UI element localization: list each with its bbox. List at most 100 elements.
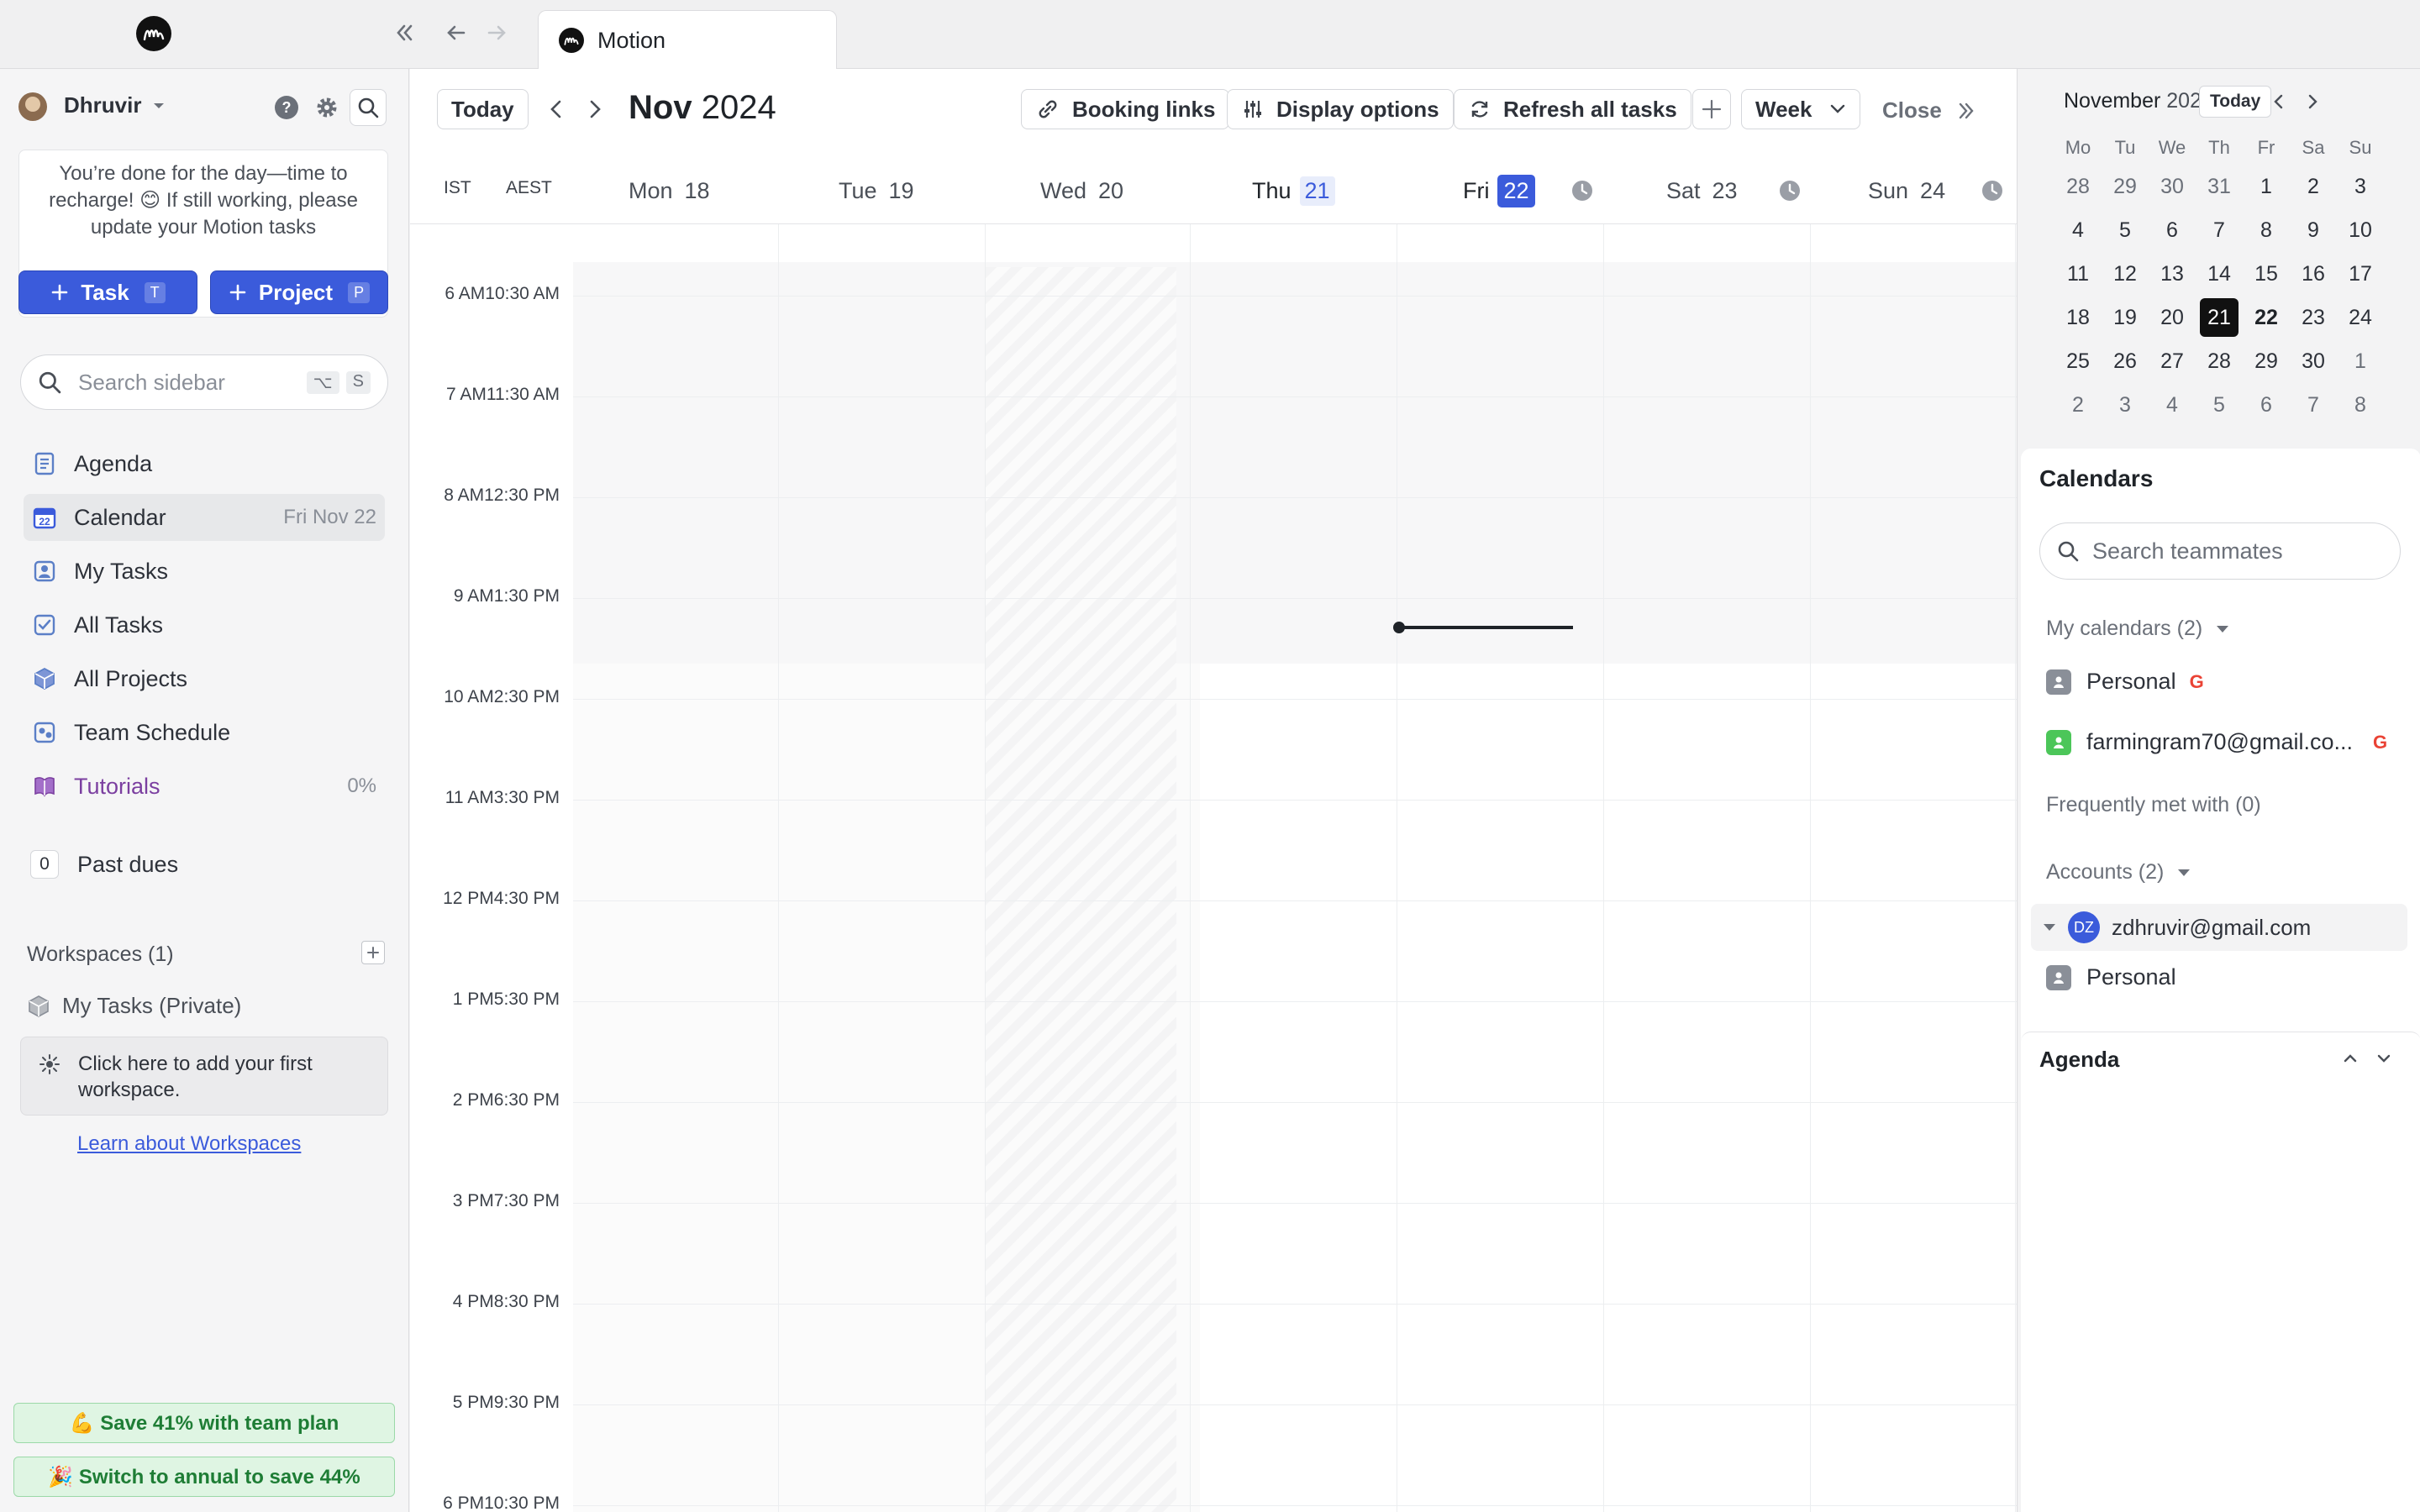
mini-next-month-icon[interactable]	[2303, 92, 2322, 111]
add-task-button[interactable]: Task T	[18, 270, 197, 314]
sidebar-item-my-tasks[interactable]: My Tasks	[24, 548, 385, 595]
team-plan-promo-button[interactable]: 💪 Save 41% with team plan	[13, 1403, 395, 1443]
past-dues[interactable]: 0 Past dues	[30, 850, 178, 879]
mini-day[interactable]: 15	[2243, 252, 2290, 296]
mini-day[interactable]: 8	[2243, 208, 2290, 252]
mini-day[interactable]: 16	[2290, 252, 2337, 296]
refresh-all-tasks-button[interactable]: Refresh all tasks	[1454, 89, 1691, 129]
user-menu[interactable]: Dhruvir	[64, 92, 165, 118]
mini-day[interactable]: 7	[2290, 383, 2337, 427]
mini-day[interactable]: 31	[2196, 165, 2243, 208]
collapse-sidebar-icon[interactable]	[392, 20, 417, 45]
mini-day[interactable]: 10	[2337, 208, 2384, 252]
sidebar-item-agenda[interactable]: Agenda	[24, 440, 385, 487]
add-event-button[interactable]	[1692, 89, 1731, 129]
mini-day[interactable]: 29	[2102, 165, 2149, 208]
search-teammates-input[interactable]: Search teammates	[2039, 522, 2401, 580]
back-arrow-icon[interactable]	[444, 20, 469, 45]
day-header-sun[interactable]: Sun 24	[1868, 170, 2004, 212]
mini-day[interactable]: 2	[2290, 165, 2337, 208]
mini-day[interactable]: 4	[2054, 208, 2102, 252]
sidebar-item-all-projects[interactable]: All Projects	[24, 655, 385, 702]
day-header-tue[interactable]: Tue 19	[839, 170, 914, 212]
settings-gear-icon[interactable]	[314, 95, 339, 120]
add-first-workspace-card[interactable]: Click here to add your first workspace.	[20, 1037, 388, 1116]
mini-day[interactable]: 29	[2243, 339, 2290, 383]
mini-day[interactable]: 18	[2054, 296, 2102, 339]
search-sidebar-input[interactable]: Search sidebar ⌥ S	[20, 354, 388, 410]
mini-day[interactable]: 30	[2290, 339, 2337, 383]
mini-day[interactable]: 1	[2243, 165, 2290, 208]
mini-day[interactable]: 6	[2149, 208, 2196, 252]
day-header-wed[interactable]: Wed 20	[1040, 170, 1123, 212]
mini-day[interactable]: 11	[2054, 252, 2102, 296]
mini-day[interactable]: 9	[2290, 208, 2337, 252]
sidebar-item-all-tasks[interactable]: All Tasks	[24, 601, 385, 648]
tab-motion[interactable]: Motion	[538, 10, 837, 70]
mini-day[interactable]: 8	[2337, 383, 2384, 427]
mini-day[interactable]: 7	[2196, 208, 2243, 252]
help-icon[interactable]: ?	[274, 95, 299, 120]
add-workspace-button[interactable]	[361, 941, 385, 964]
account-calendar-personal[interactable]: Personal	[2046, 964, 2176, 990]
avatar[interactable]	[18, 92, 47, 121]
mini-day[interactable]: 5	[2102, 208, 2149, 252]
mini-day[interactable]: 2	[2054, 383, 2102, 427]
mini-day[interactable]: 5	[2196, 383, 2243, 427]
display-options-button[interactable]: Display options	[1227, 89, 1454, 129]
mini-day[interactable]: 26	[2102, 339, 2149, 383]
mini-today-button[interactable]: Today	[2199, 86, 2272, 118]
motion-logo-icon[interactable]	[136, 16, 171, 51]
tutorials-progress: 0%	[347, 774, 376, 797]
day-header-fri[interactable]: Fri 22	[1463, 170, 1594, 212]
mini-day[interactable]: 28	[2054, 165, 2102, 208]
my-calendars-toggle[interactable]: My calendars (2)	[2046, 617, 2229, 641]
mini-day[interactable]: 6	[2243, 383, 2290, 427]
mini-day[interactable]: 1	[2337, 339, 2384, 383]
sidebar-item-calendar[interactable]: 22 Calendar Fri Nov 22	[24, 494, 385, 541]
annual-plan-promo-button[interactable]: 🎉 Switch to annual to save 44%	[13, 1457, 395, 1497]
agenda-expand-down-icon[interactable]	[2374, 1048, 2394, 1068]
day-header-mon[interactable]: Mon 18	[629, 170, 710, 212]
sidebar-search-button[interactable]	[350, 89, 387, 126]
booking-links-button[interactable]: Booking links	[1021, 89, 1230, 129]
mini-day[interactable]: 4	[2149, 383, 2196, 427]
mini-prev-month-icon[interactable]	[2270, 92, 2288, 111]
mini-day[interactable]: 24	[2337, 296, 2384, 339]
mini-day[interactable]: 22	[2243, 296, 2290, 339]
mini-day[interactable]: 3	[2337, 165, 2384, 208]
prev-week-chevron-left-icon[interactable]	[544, 97, 568, 121]
sidebar-item-team-schedule[interactable]: Team Schedule	[24, 709, 385, 756]
learn-workspaces-link[interactable]: Learn about Workspaces	[77, 1132, 301, 1156]
day-header-thu[interactable]: Thu 21	[1252, 170, 1335, 212]
workspace-item-my-tasks[interactable]: My Tasks (Private)	[27, 993, 241, 1019]
sidebar-item-tutorials[interactable]: Tutorials 0%	[24, 763, 385, 810]
day-header-sat[interactable]: Sat 23	[1666, 170, 1802, 212]
next-week-chevron-right-icon[interactable]	[583, 97, 607, 121]
frequently-met-label[interactable]: Frequently met with (0)	[2046, 793, 2261, 817]
mini-day[interactable]: 30	[2149, 165, 2196, 208]
close-panel-button[interactable]: Close	[1882, 97, 1977, 123]
mini-day[interactable]: 13	[2149, 252, 2196, 296]
mini-day[interactable]: 21	[2196, 296, 2243, 339]
mini-day[interactable]: 3	[2102, 383, 2149, 427]
calendar-item-personal[interactable]: Personal G	[2046, 669, 2204, 695]
mini-day[interactable]: 20	[2149, 296, 2196, 339]
calendar-item-farmingram[interactable]: farmingram70@gmail.co... G	[2046, 729, 2387, 755]
today-button[interactable]: Today	[437, 89, 529, 129]
mini-day[interactable]: 25	[2054, 339, 2102, 383]
mini-day[interactable]: 12	[2102, 252, 2149, 296]
mini-day[interactable]: 27	[2149, 339, 2196, 383]
accounts-toggle[interactable]: Accounts (2)	[2046, 860, 2191, 885]
agenda-collapse-up-icon[interactable]	[2340, 1048, 2360, 1068]
account-item-zdhruvir[interactable]: DZ zdhruvir@gmail.com	[2031, 904, 2407, 951]
plus-icon	[367, 947, 379, 958]
mini-day[interactable]: 28	[2196, 339, 2243, 383]
mini-day[interactable]: 14	[2196, 252, 2243, 296]
view-select[interactable]: Week	[1741, 89, 1860, 129]
mini-day[interactable]: 23	[2290, 296, 2337, 339]
forward-arrow-icon[interactable]	[484, 20, 509, 45]
mini-day[interactable]: 19	[2102, 296, 2149, 339]
add-project-button[interactable]: Project P	[210, 270, 388, 314]
mini-day[interactable]: 17	[2337, 252, 2384, 296]
